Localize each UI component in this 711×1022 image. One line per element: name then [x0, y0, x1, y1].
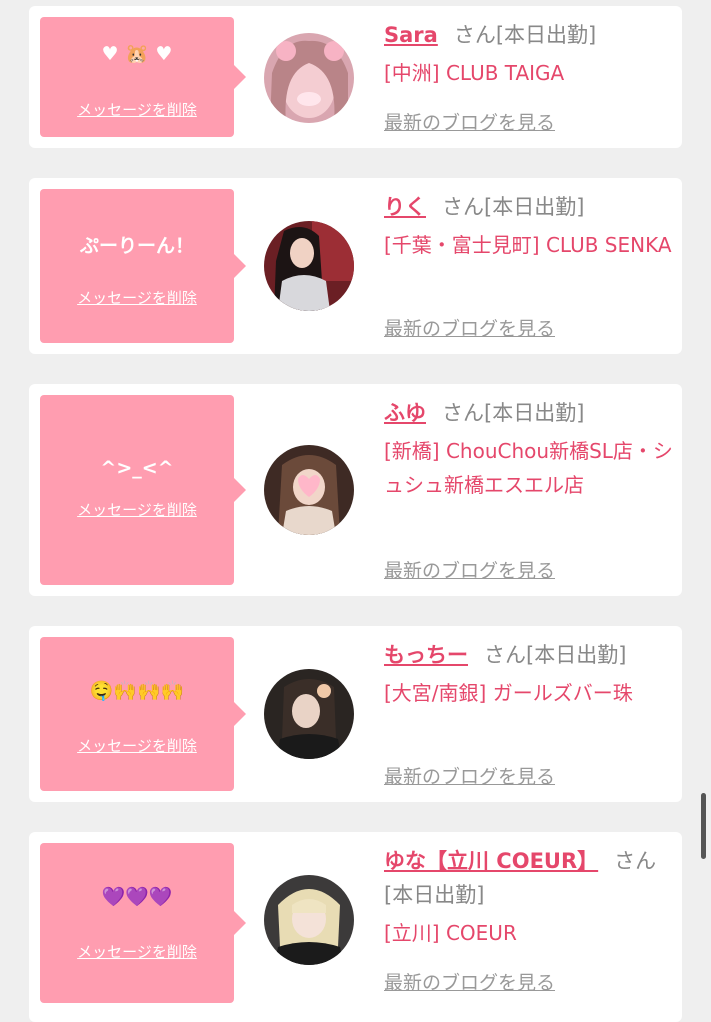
message-card: ぷーりーん！ メッセージを削除 りく さん[本日出勤] [千葉・富士見町] CLU… — [29, 178, 682, 354]
delete-message-link[interactable]: メッセージを削除 — [40, 99, 234, 120]
shop-link[interactable]: [千葉・富士見町] CLUB SENKA — [384, 228, 674, 262]
scrollbar[interactable] — [701, 793, 706, 859]
avatar[interactable] — [264, 33, 354, 123]
shop-link[interactable]: [新橋] ChouChou新橋SL店・シュシュ新橋エスエル店 — [384, 434, 674, 502]
blog-link[interactable]: 最新のブログを見る — [384, 968, 555, 995]
cast-status: さん[本日出勤] — [453, 23, 597, 47]
cast-name-link[interactable]: りく — [384, 195, 426, 219]
message-text: 💜💜💜 — [101, 886, 173, 908]
message-text: ^>_<^ — [100, 457, 174, 479]
cast-status: さん[本日出勤] — [442, 195, 585, 219]
shop-link[interactable]: [立川] COEUR — [384, 916, 674, 950]
cast-name-link[interactable]: ふゆ — [384, 401, 426, 425]
message-bubble: ♥ 🐹 ♥ メッセージを削除 — [40, 17, 246, 137]
message-text: ぷーりーん！ — [79, 235, 194, 257]
cast-status: さん[本日出勤] — [484, 643, 627, 667]
blog-link[interactable]: 最新のブログを見る — [384, 108, 555, 135]
message-bubble: 💜💜💜 メッセージを削除 — [40, 843, 246, 1003]
avatar[interactable] — [264, 875, 354, 965]
message-card: 💜💜💜 メッセージを削除 ゆな【立川 COEUR】 さん[本日出勤] [立川] C… — [29, 832, 682, 1022]
avatar[interactable] — [264, 445, 354, 535]
message-card: 🤤🙌🙌🙌 メッセージを削除 もっちー さん[本日出勤] [大宮/南銀] ガールズバ… — [29, 626, 682, 802]
avatar[interactable] — [264, 669, 354, 759]
message-card: ^>_<^ メッセージを削除 ふゆ さん[本日出勤] [新橋] ChouChou新… — [29, 384, 682, 596]
delete-message-link[interactable]: メッセージを削除 — [40, 499, 234, 520]
message-bubble: ぷーりーん！ メッセージを削除 — [40, 189, 246, 343]
message-text: ♥ 🐹 ♥ — [101, 43, 173, 65]
message-text: 🤤🙌🙌🙌 — [89, 680, 185, 702]
blog-link[interactable]: 最新のブログを見る — [384, 556, 555, 583]
shop-link[interactable]: [大宮/南銀] ガールズバー珠 — [384, 676, 674, 710]
message-bubble: 🤤🙌🙌🙌 メッセージを削除 — [40, 637, 246, 791]
delete-message-link[interactable]: メッセージを削除 — [40, 735, 234, 756]
cast-status: さん[本日出勤] — [442, 401, 585, 425]
message-bubble: ^>_<^ メッセージを削除 — [40, 395, 246, 585]
message-card: ♥ 🐹 ♥ メッセージを削除 Sara さん[本日出勤] [中洲] CLUB TA… — [29, 6, 682, 148]
blog-link[interactable]: 最新のブログを見る — [384, 314, 555, 341]
delete-message-link[interactable]: メッセージを削除 — [40, 287, 234, 308]
delete-message-link[interactable]: メッセージを削除 — [40, 941, 234, 962]
cast-name-link[interactable]: Sara — [384, 23, 438, 47]
blog-link[interactable]: 最新のブログを見る — [384, 762, 555, 789]
shop-link[interactable]: [中洲] CLUB TAIGA — [384, 56, 674, 90]
avatar[interactable] — [264, 221, 354, 311]
cast-name-link[interactable]: ゆな【立川 COEUR】 — [384, 849, 598, 873]
cast-name-link[interactable]: もっちー — [384, 643, 468, 667]
